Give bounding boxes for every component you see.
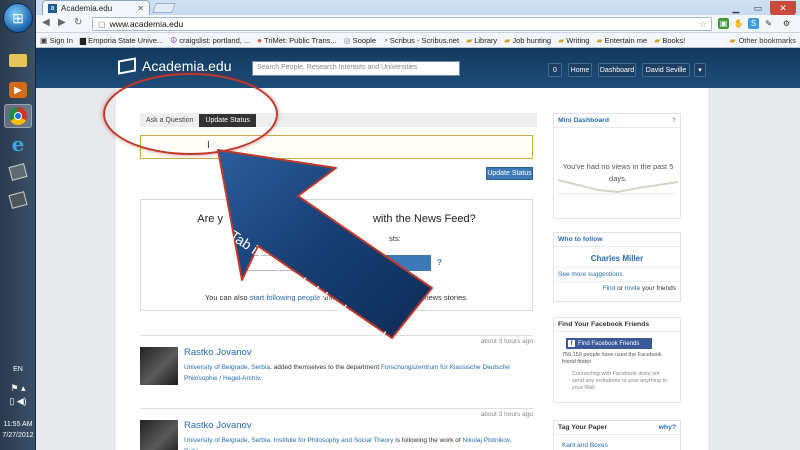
annotation-arrow — [217, 149, 433, 339]
